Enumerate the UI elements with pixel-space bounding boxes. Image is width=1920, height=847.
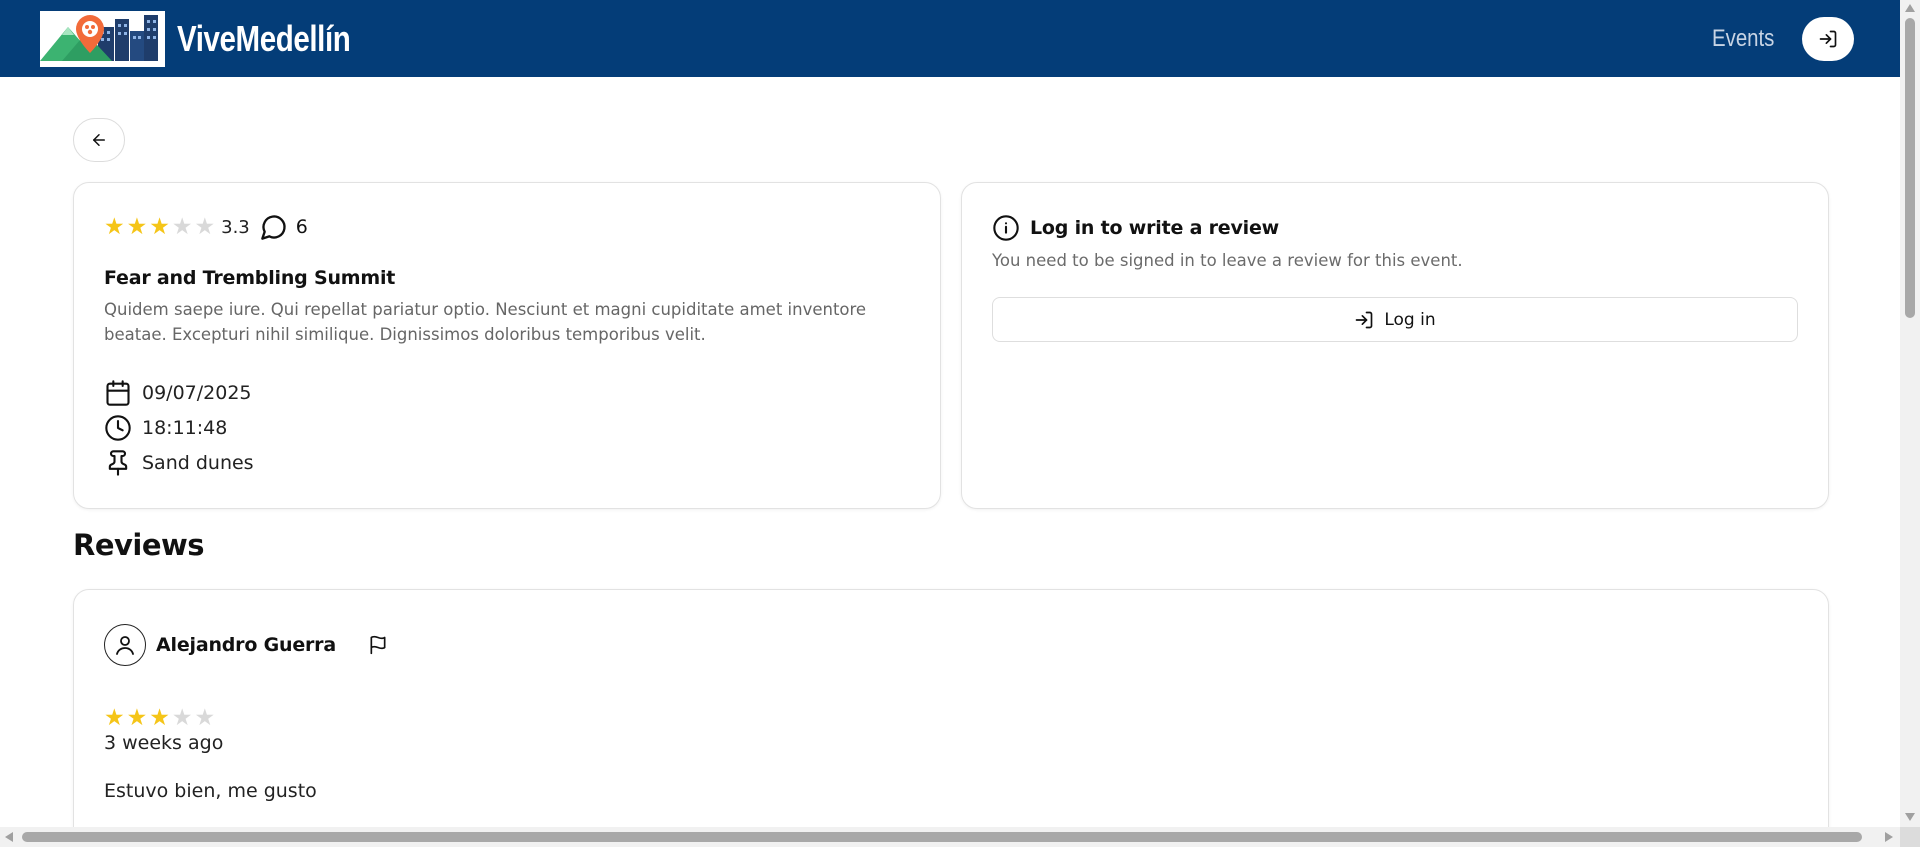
event-location-row: Sand dunes xyxy=(104,445,910,480)
event-date: 09/07/2025 xyxy=(142,381,252,404)
star-filled-icon: ★ xyxy=(126,213,148,240)
review-rating-stars: ★ ★ ★ ★ ★ xyxy=(104,706,1798,730)
reviewer-name: Alejandro Guerra xyxy=(156,634,336,656)
top-navbar: ViveMedellín Events xyxy=(0,0,1900,77)
brand-name: ViveMedellín xyxy=(177,17,351,59)
login-prompt-title: Log in to write a review xyxy=(1030,217,1280,239)
login-button-label: Log in xyxy=(1384,309,1436,330)
star-empty-icon: ★ xyxy=(171,213,193,240)
nav-right: Events xyxy=(1701,16,1860,61)
header-login-button[interactable] xyxy=(1802,16,1854,61)
event-rating: ★ ★ ★ ★ ★ 3.3 6 xyxy=(104,213,910,241)
page: ViveMedellín Events ★ ★ ★ ★ ★ 3.3 6 Fear… xyxy=(0,0,1920,847)
scroll-up-arrow-icon[interactable] xyxy=(1905,4,1915,12)
nav-link-events[interactable]: Events xyxy=(1712,25,1774,53)
login-button[interactable]: Log in xyxy=(992,297,1798,342)
star-empty-icon: ★ xyxy=(194,704,216,731)
comment-icon xyxy=(260,215,286,240)
horizontal-scrollbar[interactable] xyxy=(0,827,1900,847)
scrollbar-corner xyxy=(1900,827,1920,847)
clock-icon xyxy=(105,414,131,441)
login-icon xyxy=(1819,30,1837,47)
flag-icon xyxy=(370,635,386,655)
rating-value: 3.3 xyxy=(221,216,250,238)
scroll-left-arrow-icon[interactable] xyxy=(5,832,13,842)
star-empty-icon: ★ xyxy=(194,213,216,240)
info-icon xyxy=(993,215,1019,241)
review-time: 3 weeks ago xyxy=(104,732,224,754)
reviews-heading: Reviews xyxy=(73,528,205,562)
back-button[interactable] xyxy=(73,118,125,162)
reviewer-info: Alejandro Guerra xyxy=(104,624,1798,666)
event-time-row: 18:11:48 xyxy=(104,410,910,445)
scroll-right-arrow-icon[interactable] xyxy=(1885,832,1893,842)
event-meta: 09/07/2025 18:11:48 Sand dunes xyxy=(104,375,910,480)
report-review-button[interactable] xyxy=(368,635,388,655)
login-prompt-subtitle: You need to be signed in to leave a revi… xyxy=(992,251,1463,270)
horizontal-scroll-thumb[interactable] xyxy=(22,832,1862,842)
arrow-left-icon xyxy=(93,134,105,146)
event-date-row: 09/07/2025 xyxy=(104,375,910,410)
rating-stars: ★ ★ ★ ★ ★ xyxy=(104,213,217,240)
event-title: Fear and Trembling Summit xyxy=(104,267,396,289)
star-filled-icon: ★ xyxy=(104,213,125,240)
calendar-icon xyxy=(106,379,130,406)
review-card: Alejandro Guerra ★ ★ ★ ★ ★ 3 weeks ago Estuv… xyxy=(73,589,1829,847)
event-time: 18:11:48 xyxy=(142,416,228,439)
comment-count: 6 xyxy=(260,213,308,241)
login-prompt-card: Log in to write a review You need to be … xyxy=(961,182,1829,509)
login-icon xyxy=(1356,311,1373,328)
avatar xyxy=(104,624,146,666)
event-description: Quidem saepe iure. Qui repellat pariatur… xyxy=(104,300,867,344)
pin-icon xyxy=(108,449,128,476)
city-mountains-logo xyxy=(40,10,165,67)
review-text: Estuvo bien, me gusto xyxy=(104,780,317,802)
logo-link[interactable]: ViveMedellín xyxy=(40,10,388,67)
vertical-scroll-thumb[interactable] xyxy=(1905,18,1915,318)
login-prompt-header: Log in to write a review xyxy=(992,213,1798,243)
star-filled-icon: ★ xyxy=(126,704,148,731)
vertical-scrollbar[interactable] xyxy=(1900,0,1920,847)
event-details-card: ★ ★ ★ ★ ★ 3.3 6 Fear and Trembling Summit Qu… xyxy=(73,182,941,509)
user-icon xyxy=(116,636,134,655)
star-empty-icon: ★ xyxy=(171,704,193,731)
star-filled-icon: ★ xyxy=(104,704,125,731)
star-filled-icon: ★ xyxy=(149,213,170,240)
star-filled-icon: ★ xyxy=(149,704,170,731)
comment-count-value: 6 xyxy=(295,216,308,238)
scroll-down-arrow-icon[interactable] xyxy=(1905,813,1915,821)
event-location: Sand dunes xyxy=(142,451,254,474)
